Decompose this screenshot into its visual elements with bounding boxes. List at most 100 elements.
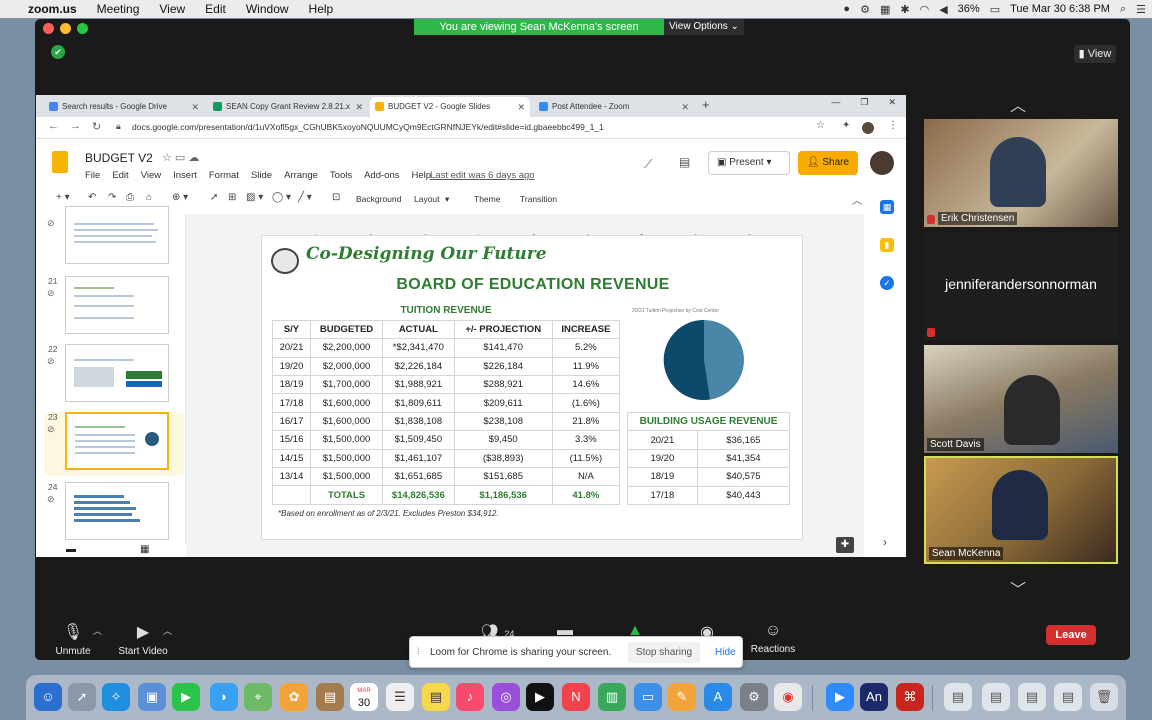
menu-file[interactable]: File — [85, 170, 100, 181]
document-thumbnail-icon[interactable]: ▤ — [1018, 683, 1046, 711]
keynote-icon[interactable]: ▭ — [634, 683, 662, 711]
slide-thumbnail-21[interactable]: 21 ⊘ — [44, 276, 184, 340]
leave-button[interactable]: Leave — [1046, 625, 1096, 645]
textbox-icon[interactable]: ⊞ — [228, 192, 236, 203]
thumbnail[interactable] — [65, 206, 169, 264]
scroll-up-icon[interactable]: ︿ — [1010, 92, 1026, 116]
view-options-button[interactable]: View Options ⌄ — [664, 19, 744, 35]
calendar-icon[interactable]: ▦ — [880, 200, 894, 214]
chevron-down-icon[interactable]: ▾ — [764, 157, 771, 168]
menu-view[interactable]: View — [141, 170, 161, 181]
menu-slide[interactable]: Slide — [251, 170, 272, 181]
line-icon[interactable]: ╱ ▾ — [298, 192, 312, 203]
menu-format[interactable]: Format — [209, 170, 239, 181]
safari-icon[interactable]: ✧ — [102, 683, 130, 711]
thumbnail[interactable] — [65, 276, 169, 334]
lock-icon[interactable]: 🔒︎ — [116, 121, 121, 132]
browser-tab-budget[interactable]: BUDGET V2 - Google Slides ✕ — [370, 97, 530, 117]
browser-tab-zoom[interactable]: Post Attendee - Zoom ✕ — [534, 97, 694, 117]
layout-button[interactable]: Layout — [414, 194, 440, 204]
participant-tile-active-speaker[interactable]: Sean McKenna — [924, 456, 1118, 564]
security-shield-icon[interactable]: ✔ — [51, 45, 65, 59]
bookmark-star-icon[interactable]: ☆ — [816, 120, 825, 131]
tv-icon[interactable]: ▶ — [526, 683, 554, 711]
facetime-icon[interactable]: ▶ — [172, 683, 200, 711]
background-button[interactable]: Background — [356, 194, 401, 204]
collapse-toolbar-icon[interactable]: ︿ — [852, 192, 862, 207]
share-button[interactable]: 👤︎ Share — [798, 151, 858, 175]
shape-icon[interactable]: ◯ ▾ — [272, 192, 291, 203]
tasks-icon[interactable]: ✓ — [880, 276, 894, 290]
launchpad-icon[interactable]: ➚ — [68, 683, 96, 711]
volume-icon[interactable]: ◀ — [939, 3, 947, 16]
zoom-window-button[interactable] — [77, 23, 88, 34]
tab-close-icon[interactable]: ✕ — [355, 97, 363, 117]
new-slide-icon[interactable]: + ▾ — [56, 192, 70, 203]
tab-close-icon[interactable]: ✕ — [191, 97, 199, 117]
current-slide[interactable]: Co-Designing Our Future BOARD OF EDUCATI… — [261, 235, 803, 540]
document-thumbnail-icon[interactable]: ▤ — [944, 683, 972, 711]
layout-dropdown-icon[interactable]: ▾ — [445, 194, 449, 205]
browser-menu-icon[interactable]: ⋮ — [888, 120, 898, 131]
trash-icon[interactable]: 🗑︎ — [1090, 683, 1118, 711]
last-edit-link[interactable]: Last edit was 6 days ago — [430, 170, 535, 181]
chrome-icon[interactable]: ◉ — [774, 683, 802, 711]
hide-button[interactable]: Hide — [715, 647, 736, 658]
video-options-chevron-icon[interactable]: ︿ — [163, 624, 172, 637]
menu-app-name[interactable]: zoom.us — [28, 2, 77, 16]
system-preferences-icon[interactable]: ⚙ — [740, 683, 768, 711]
acrobat-icon[interactable]: ⌘ — [896, 683, 924, 711]
menu-meeting[interactable]: Meeting — [97, 2, 140, 16]
menu-view[interactable]: View — [159, 2, 185, 16]
notes-icon[interactable]: ▤ — [316, 683, 344, 711]
document-thumbnail-icon[interactable]: ▤ — [982, 683, 1010, 711]
print-icon[interactable]: ⎙ — [126, 192, 134, 203]
account-avatar[interactable] — [870, 151, 894, 175]
settings-status-icon[interactable]: ⚙ — [860, 3, 870, 16]
star-icon[interactable]: ☆ ▭ ☁ — [162, 151, 199, 164]
thumbnail[interactable] — [65, 482, 169, 540]
comment-add-icon[interactable]: ⊡ — [332, 192, 340, 203]
news-icon[interactable]: N — [562, 683, 590, 711]
menu-help[interactable]: Help — [309, 2, 334, 16]
bluetooth-icon[interactable]: ✱ — [900, 3, 909, 16]
finder-icon[interactable]: ☺ — [34, 683, 62, 711]
audio-options-chevron-icon[interactable]: ︿ — [93, 624, 102, 637]
zoom-icon[interactable]: ⊕ ▾ — [172, 192, 188, 203]
drag-handle-icon[interactable]: ⁞ — [417, 646, 420, 656]
menu-edit[interactable]: Edit — [205, 2, 226, 16]
podcasts-icon[interactable]: ◎ — [492, 683, 520, 711]
flag-icon[interactable]: ▦ — [880, 3, 890, 16]
extensions-icon[interactable]: ✦ — [842, 120, 850, 131]
explore-icon[interactable]: ✚ — [836, 537, 854, 553]
photos-icon[interactable]: ✿ — [280, 683, 308, 711]
wifi-icon[interactable]: ◠ — [920, 3, 930, 16]
maps-icon[interactable]: ⌖ — [244, 683, 272, 711]
slide-thumbnail-24[interactable]: 24 ⊘ — [44, 482, 184, 546]
reminders-icon[interactable]: ☰ — [386, 683, 414, 711]
preview-icon[interactable]: ▣ — [138, 683, 166, 711]
keep-icon[interactable]: ▮ — [880, 238, 894, 252]
messages-icon[interactable]: ◗ — [210, 683, 238, 711]
scroll-down-icon[interactable]: ﹀ — [1010, 576, 1026, 600]
menu-insert[interactable]: Insert — [173, 170, 197, 181]
animate-app-icon[interactable]: An — [860, 683, 888, 711]
browser-tab-drive[interactable]: Search results - Google Drive ✕ — [44, 97, 204, 117]
restore-icon[interactable]: ❐ — [860, 97, 868, 108]
menu-addons[interactable]: Add-ons — [364, 170, 399, 181]
image-icon[interactable]: ▨ ▾ — [246, 192, 263, 203]
numbers-icon[interactable]: ▥ — [598, 683, 626, 711]
slide-thumbnail-22[interactable]: 22 ⊘ — [44, 344, 184, 408]
document-title[interactable]: BUDGET V2 — [85, 151, 153, 165]
activity-trend-icon[interactable]: ⟋ — [644, 157, 652, 172]
participant-tile[interactable]: Erik Christensen — [924, 119, 1118, 227]
app-store-icon[interactable]: A — [704, 683, 732, 711]
comment-icon[interactable]: ▤ — [679, 155, 690, 169]
side-panel-expand-icon[interactable]: › — [883, 535, 887, 549]
select-icon[interactable]: ➚ — [210, 192, 218, 203]
tab-close-icon[interactable]: ✕ — [681, 97, 689, 117]
reactions-button[interactable]: ☺ Reactions — [743, 622, 803, 655]
back-icon[interactable]: ← — [48, 120, 59, 132]
close-icon[interactable]: ✕ — [888, 97, 896, 108]
battery-percent[interactable]: 36% — [958, 3, 980, 15]
